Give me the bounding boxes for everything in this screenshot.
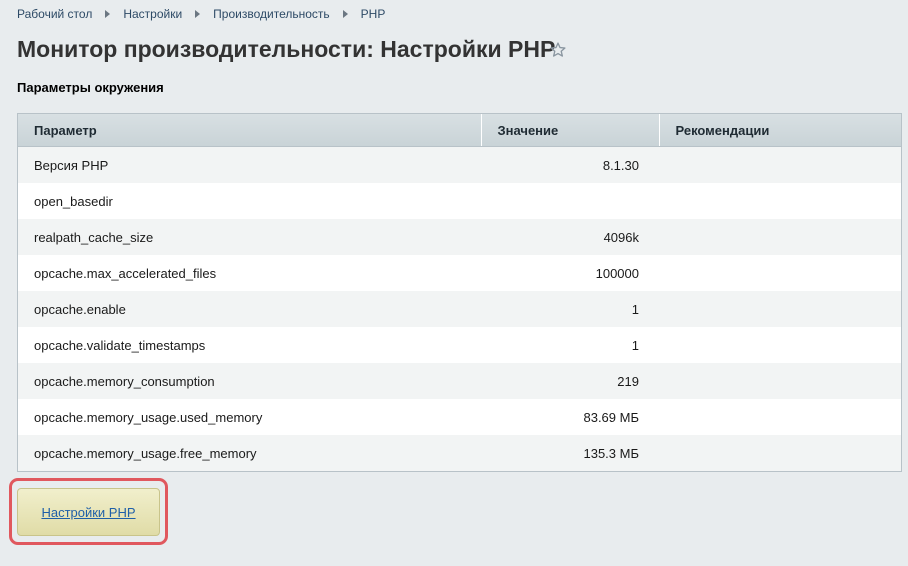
param-cell: opcache.max_accelerated_files: [18, 255, 481, 291]
param-cell: opcache.enable: [18, 291, 481, 327]
page-title: Монитор производительности: Настройки PH…: [17, 36, 556, 62]
value-cell: 219: [481, 363, 659, 399]
breadcrumb: Рабочий стол Настройки Производительност…: [17, 7, 385, 21]
param-cell: opcache.memory_usage.free_memory: [18, 435, 481, 471]
value-cell: [481, 183, 659, 219]
recommendation-cell: [659, 399, 901, 435]
breadcrumb-arrow-icon: [342, 10, 348, 18]
table-row: opcache.max_accelerated_files 100000: [18, 255, 901, 291]
table-row: realpath_cache_size 4096k: [18, 219, 901, 255]
value-cell: 135.3 МБ: [481, 435, 659, 471]
column-header-value: Значение: [481, 114, 660, 147]
table-row: opcache.memory_usage.free_memory 135.3 М…: [18, 435, 901, 471]
breadcrumb-arrow-icon: [195, 10, 201, 18]
value-cell: 4096k: [481, 219, 659, 255]
value-cell: 100000: [481, 255, 659, 291]
recommendation-cell: [659, 327, 901, 363]
param-cell: open_basedir: [18, 183, 481, 219]
value-cell: 83.69 МБ: [481, 399, 659, 435]
table-row: opcache.enable 1: [18, 291, 901, 327]
breadcrumb-performance[interactable]: Производительность: [213, 7, 329, 21]
recommendation-cell: [659, 146, 901, 183]
value-cell: 1: [481, 327, 659, 363]
environment-params-table: Параметр Значение Рекомендации Версия PH…: [17, 113, 902, 472]
param-cell: Версия PHP: [18, 146, 481, 183]
table-row: opcache.memory_usage.used_memory 83.69 М…: [18, 399, 901, 435]
recommendation-cell: [659, 255, 901, 291]
table-header-row: Параметр Значение Рекомендации: [18, 114, 901, 147]
table-row: opcache.validate_timestamps 1: [18, 327, 901, 363]
param-cell: opcache.memory_consumption: [18, 363, 481, 399]
recommendation-cell: [659, 219, 901, 255]
breadcrumb-desktop[interactable]: Рабочий стол: [17, 7, 92, 21]
param-cell: opcache.validate_timestamps: [18, 327, 481, 363]
section-title: Параметры окружения: [17, 80, 164, 95]
recommendation-cell: [659, 291, 901, 327]
column-header-param: Параметр: [18, 114, 482, 147]
recommendation-cell: [659, 183, 901, 219]
recommendation-cell: [659, 363, 901, 399]
param-cell: opcache.memory_usage.used_memory: [18, 399, 481, 435]
php-settings-button[interactable]: Настройки PHP: [17, 488, 160, 536]
table-row: Версия PHP 8.1.30: [18, 146, 901, 183]
table-row: opcache.memory_consumption 219: [18, 363, 901, 399]
breadcrumb-arrow-icon: [105, 10, 111, 18]
value-cell: 8.1.30: [481, 146, 659, 183]
breadcrumb-settings[interactable]: Настройки: [123, 7, 182, 21]
breadcrumb-php[interactable]: PHP: [361, 7, 386, 21]
table-row: open_basedir: [18, 183, 901, 219]
php-settings-link[interactable]: Настройки PHP: [41, 505, 135, 520]
param-cell: realpath_cache_size: [18, 219, 481, 255]
star-outline-icon[interactable]: [549, 41, 567, 59]
column-header-recommendations: Рекомендации: [659, 114, 901, 147]
recommendation-cell: [659, 435, 901, 471]
value-cell: 1: [481, 291, 659, 327]
